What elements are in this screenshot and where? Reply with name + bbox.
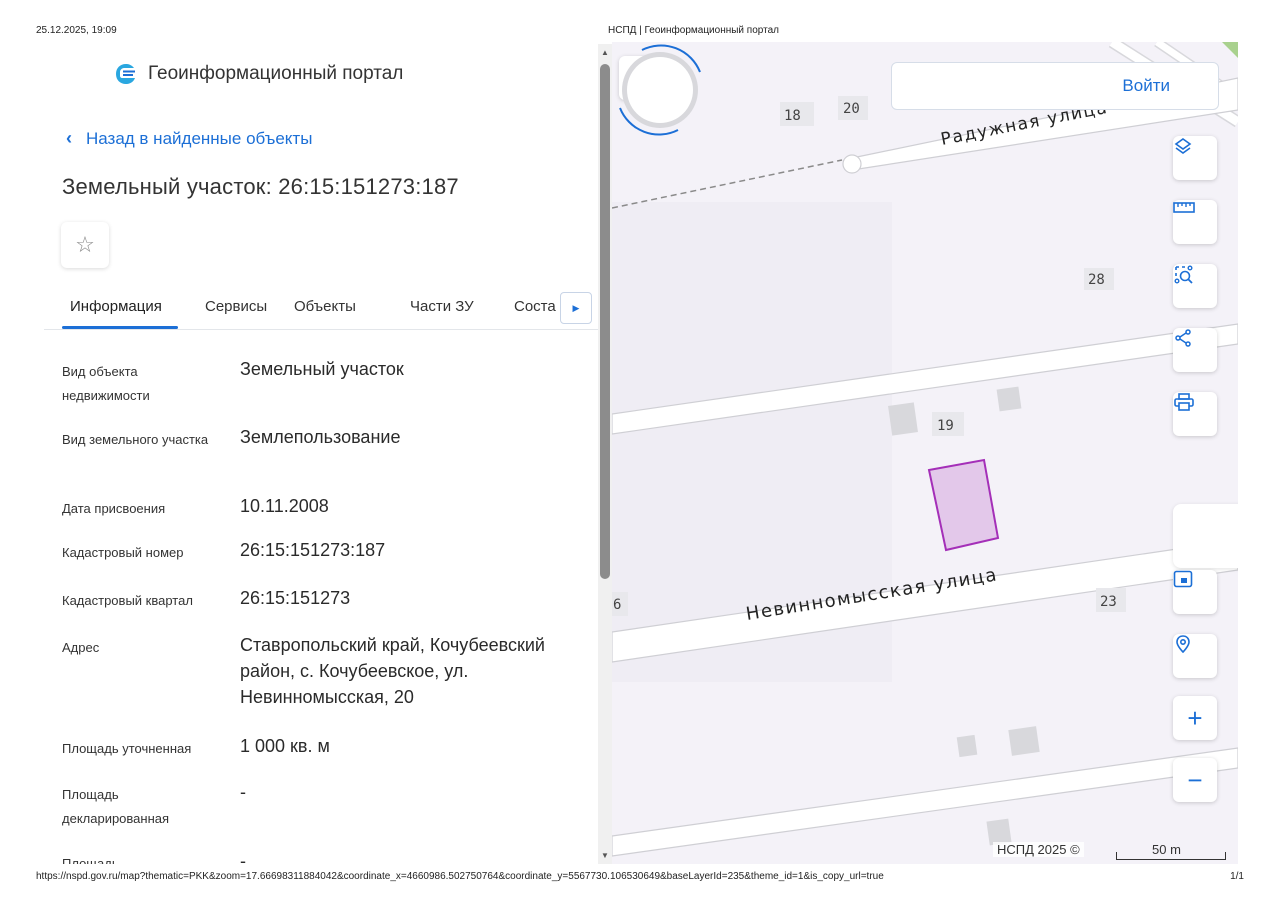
favorite-button[interactable]: ☆ — [61, 222, 109, 268]
tab-information[interactable]: Информация — [70, 298, 162, 315]
ruler-button[interactable] — [1173, 200, 1217, 244]
plus-icon: + — [1187, 702, 1203, 733]
map-scale-bar — [1116, 852, 1226, 860]
scroll-down-arrow-icon[interactable]: ▼ — [601, 851, 609, 860]
location-target-icon — [1176, 635, 1190, 654]
info-label: Дата присвоения — [62, 501, 166, 516]
info-label: Вид объекта недвижимости — [62, 364, 150, 403]
layers-button[interactable] — [1173, 136, 1217, 180]
chevron-left-icon: ‹ — [66, 128, 72, 148]
portal-logo[interactable]: Геоинформационный портал — [114, 62, 403, 86]
printer-icon — [1174, 393, 1194, 411]
info-value: 26:15:151273:187 — [240, 540, 386, 560]
compass-rotate-control[interactable] — [612, 42, 708, 138]
info-tabs: Информация Сервисы Объекты Части ЗУ Сост… — [44, 284, 612, 330]
panel-scrollbar[interactable]: ▲ ▼ — [598, 44, 612, 864]
print-header: 25.12.2025, 19:09 НСПД | Геоинформационн… — [0, 0, 1280, 40]
print-footer: https://nspd.gov.ru/map?thematic=PKK&zoo… — [0, 868, 1280, 888]
scroll-up-arrow-icon[interactable]: ▲ — [601, 48, 609, 57]
area-search-icon — [1174, 265, 1193, 284]
back-to-results-label: Назад в найденные объекты — [86, 128, 313, 148]
info-value: Ставропольский край, Кочубеевский район,… — [240, 635, 545, 707]
share-button[interactable] — [1173, 328, 1217, 372]
object-title: Земельный участок: 26:15:151273:187 — [62, 174, 459, 199]
house-number: 28 — [1088, 272, 1105, 288]
house-number: 6 — [613, 597, 621, 613]
info-value: - — [240, 851, 246, 864]
geolocation-button[interactable] — [1173, 634, 1217, 678]
info-value: Землепользование — [240, 427, 401, 447]
print-datetime: 25.12.2025, 19:09 — [36, 25, 117, 36]
zoom-out-button[interactable]: − — [1173, 758, 1217, 802]
house-number: 23 — [1100, 594, 1117, 610]
house-number: 18 — [784, 108, 801, 124]
print-page-title: НСПД | Геоинформационный портал — [608, 25, 779, 36]
zoom-in-button[interactable]: + — [1173, 696, 1217, 740]
info-value: 10.11.2008 — [240, 496, 329, 516]
info-label: Площадь уточненная — [62, 741, 192, 756]
map-copyright: НСПД 2025 © — [993, 842, 1084, 857]
info-value: - — [240, 782, 246, 802]
minimap-button[interactable] — [1173, 570, 1217, 614]
print-page-count: 1/1 — [1230, 871, 1244, 882]
house-number: 20 — [843, 101, 860, 117]
area-search-button[interactable] — [1173, 264, 1217, 308]
layers-icon — [1174, 138, 1192, 154]
info-value: 26:15:151273 — [240, 588, 351, 608]
ruler-icon — [1173, 202, 1195, 213]
tab-composition[interactable]: Соста — [514, 298, 556, 315]
share-icon — [1175, 329, 1191, 347]
login-button[interactable]: Войти — [891, 62, 1219, 110]
portal-logo-text: Геоинформационный портал — [148, 63, 404, 84]
map-canvas: Радужная улица Невинномысская улица 18 2… — [612, 42, 1238, 864]
minimap-icon — [1173, 570, 1193, 588]
triangle-right-icon: ▶ — [572, 302, 580, 313]
map-view[interactable]: Радужная улица Невинномысская улица 18 2… — [612, 42, 1238, 864]
info-label: Адрес — [62, 640, 100, 655]
info-value: Земельный участок — [240, 359, 404, 379]
side-drawer-tab[interactable] — [1173, 504, 1238, 568]
info-label: Кадастровый квартал — [62, 593, 193, 608]
info-value: 1 000 кв. м — [240, 736, 330, 756]
scrollbar-thumb[interactable] — [600, 64, 610, 579]
active-tab-indicator — [62, 326, 178, 329]
house-number: 19 — [937, 418, 954, 434]
object-info-panel: Геоинформационный портал ‹ Назад в найде… — [44, 44, 612, 864]
minus-icon: − — [1187, 764, 1203, 795]
info-label: Вид земельного участка — [62, 432, 209, 447]
tab-objects[interactable]: Объекты — [294, 298, 356, 315]
print-url: https://nspd.gov.ru/map?thematic=PKK&zoo… — [36, 871, 884, 882]
star-outline-icon: ☆ — [75, 232, 95, 257]
info-label: Площадь декларированная — [62, 787, 170, 826]
tab-services[interactable]: Сервисы — [205, 298, 267, 315]
tabs-scroll-right-button[interactable]: ▶ — [560, 292, 592, 324]
info-label: Кадастровый номер — [62, 545, 184, 560]
tab-land-parts[interactable]: Части ЗУ — [410, 298, 474, 315]
portal-logo-icon — [116, 64, 135, 84]
back-to-results-link[interactable]: ‹ Назад в найденные объекты — [66, 128, 312, 149]
print-button[interactable] — [1173, 392, 1217, 436]
info-label: Площадь — [62, 856, 119, 864]
